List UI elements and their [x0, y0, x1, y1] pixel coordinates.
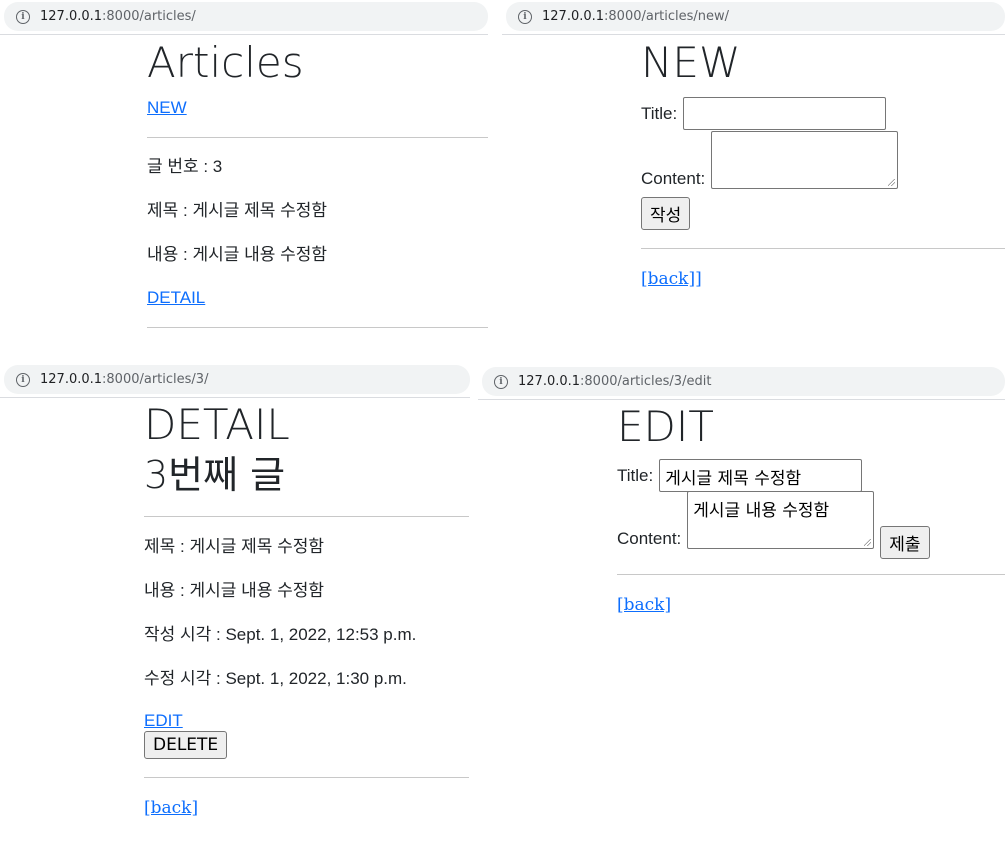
article-title: 제목 : 게시글 제목 수정함 — [147, 201, 328, 220]
address-bar[interactable]: i 127.0.0.1:8000/articles/3/ — [4, 365, 470, 394]
updated-at: 수정 시각 : Sept. 1, 2022, 1:30 p.m. — [144, 669, 407, 688]
url-host: 127.0.0.1 — [518, 374, 581, 389]
article-number: 글 번호 : 3 — [147, 157, 223, 176]
article-heading: 3번째 글 — [144, 453, 286, 497]
divider — [144, 516, 469, 517]
title-label: Title: — [617, 465, 654, 485]
page-title: NEW — [641, 38, 741, 87]
divider — [641, 248, 1005, 249]
url-host: 127.0.0.1 — [542, 9, 605, 24]
info-icon[interactable]: i — [494, 374, 508, 389]
page-content: EDIT Title: 게시글 제목 수정함 Content: 게시글 내용 수… — [617, 402, 1005, 615]
title-input[interactable]: 게시글 제목 수정함 — [659, 459, 863, 492]
new-article-window: i 127.0.0.1:8000/articles/new/ NEW Title… — [502, 0, 1005, 360]
divider — [144, 777, 469, 778]
content-label: Content: — [617, 529, 682, 548]
title-row: Title: — [641, 97, 1005, 130]
divider — [0, 34, 488, 35]
url-path: :8000/articles/3/edit — [580, 374, 712, 389]
address-bar[interactable]: i 127.0.0.1:8000/articles/new/ — [506, 2, 1005, 31]
content-textarea[interactable] — [711, 131, 899, 189]
submit-button[interactable]: 제출 — [880, 526, 930, 559]
edit-article-window: i 127.0.0.1:8000/articles/3/edit EDIT Ti… — [478, 365, 1005, 847]
detail-link[interactable]: DETAIL — [147, 288, 488, 308]
divider — [0, 397, 470, 398]
back-link[interactable]: [back]] — [641, 269, 1005, 289]
url-path: :8000/articles/ — [102, 9, 196, 24]
content-row: Content: — [641, 131, 1005, 189]
info-icon[interactable]: i — [16, 372, 30, 387]
article-detail-window: i 127.0.0.1:8000/articles/3/ DETAIL 3번째 … — [0, 363, 470, 847]
created-at: 작성 시각 : Sept. 1, 2022, 12:53 p.m. — [144, 625, 417, 644]
url-path: :8000/articles/new/ — [604, 9, 730, 24]
divider — [478, 399, 1005, 400]
title-row: Title: 게시글 제목 수정함 — [617, 459, 1005, 492]
page-content: DETAIL 3번째 글 제목 : 게시글 제목 수정함 내용 : 게시글 내용… — [144, 400, 470, 818]
title-label: Title: — [641, 103, 678, 123]
page-content: NEW Title: Content: 작성 [back]] — [641, 38, 1005, 289]
divider — [502, 34, 1005, 35]
address-bar[interactable]: i 127.0.0.1:8000/articles/3/edit — [482, 367, 1005, 396]
url-path: :8000/articles/3/ — [102, 372, 209, 387]
edit-link[interactable]: EDIT — [144, 711, 470, 731]
content-textarea[interactable]: 게시글 내용 수정함 — [687, 491, 875, 549]
page-content: Articles NEW 글 번호 : 3 제목 : 게시글 제목 수정함 내용… — [147, 38, 488, 328]
new-article-link[interactable]: NEW — [147, 98, 488, 118]
title-input[interactable] — [683, 97, 887, 130]
url-host: 127.0.0.1 — [40, 372, 103, 387]
content-label: Content: — [641, 169, 706, 188]
url-host: 127.0.0.1 — [40, 9, 103, 24]
page-title: DETAIL — [144, 400, 290, 449]
divider — [147, 327, 488, 328]
delete-button[interactable]: DELETE — [144, 731, 228, 759]
address-bar[interactable]: i 127.0.0.1:8000/articles/ — [4, 2, 488, 31]
page-title: Articles — [147, 38, 304, 87]
content-row: Content: 게시글 내용 수정함 제출 — [617, 491, 1005, 559]
info-icon[interactable]: i — [518, 9, 532, 24]
articles-list-window: i 127.0.0.1:8000/articles/ Articles NEW … — [0, 0, 488, 360]
info-icon[interactable]: i — [16, 9, 30, 24]
article-content: 내용 : 게시글 내용 수정함 — [144, 581, 325, 600]
article-title: 제목 : 게시글 제목 수정함 — [144, 537, 325, 556]
divider — [147, 137, 488, 138]
back-link[interactable]: [back] — [617, 595, 1005, 615]
article-content: 내용 : 게시글 내용 수정함 — [147, 245, 328, 264]
back-link[interactable]: [back] — [144, 798, 470, 818]
divider — [617, 574, 1005, 575]
page-title: EDIT — [617, 402, 714, 451]
submit-button[interactable]: 작성 — [641, 197, 691, 230]
